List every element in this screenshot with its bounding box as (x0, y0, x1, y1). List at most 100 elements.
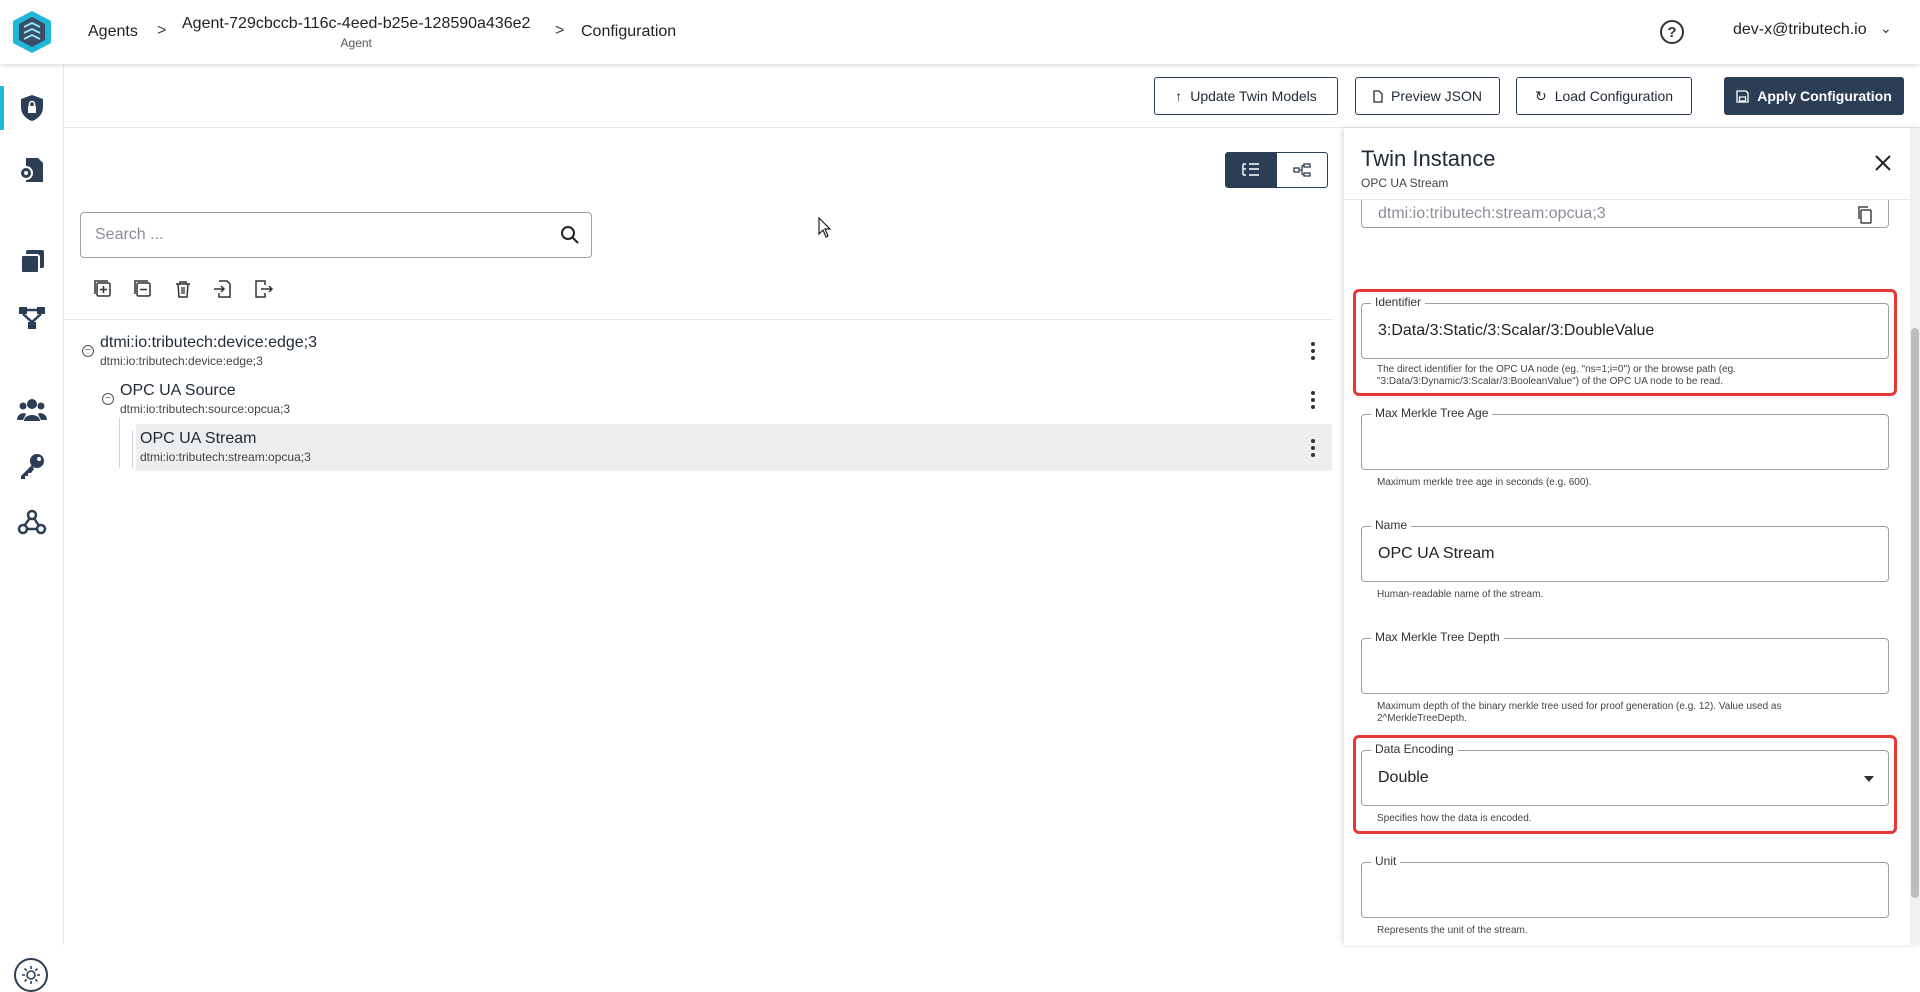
tree-guide-line (132, 430, 133, 468)
users-icon (17, 399, 47, 421)
copy-icon[interactable] (1856, 205, 1874, 225)
field-label: Identifier (1371, 295, 1426, 309)
panel-subtitle: OPC UA Stream (1361, 176, 1449, 190)
tree-node-dtmi: dtmi:io:tributech:source:opcua;3 (120, 402, 291, 416)
collapse-all-icon[interactable] (132, 278, 154, 300)
tree-toolbar (92, 278, 274, 300)
divider (64, 319, 1334, 320)
tree-node-stream[interactable]: OPC UA Stream dtmi:io:tributech:stream:o… (140, 430, 311, 476)
import-icon[interactable] (212, 278, 234, 300)
field-label: Data Encoding (1371, 742, 1458, 756)
top-bar: Agents > Agent-729cbccb-116c-4eed-b25e-1… (0, 0, 1920, 64)
update-twin-models-button[interactable]: ↑ Update Twin Models (1154, 77, 1338, 115)
sidebar-item-nodes[interactable] (0, 292, 64, 344)
field-hint: Maximum depth of the binary merkle tree … (1377, 701, 1782, 724)
view-toggle (1225, 152, 1328, 188)
tree-node-source[interactable]: − OPC UA Source dtmi:io:tributech:source… (102, 382, 291, 428)
panel-title: Twin Instance (1361, 146, 1496, 171)
field-hint: Represents the unit of the stream. (1377, 925, 1528, 936)
help-icon[interactable]: ? (1660, 20, 1684, 44)
export-icon[interactable] (252, 278, 274, 300)
search-icon[interactable] (559, 224, 581, 246)
name-field[interactable]: Name OPC UA Stream (1361, 518, 1889, 582)
twin-instance-panel: Twin Instance OPC UA Stream dtmi:io:trib… (1344, 128, 1920, 945)
preview-json-button[interactable]: Preview JSON (1355, 77, 1500, 115)
breadcrumb-agent[interactable]: Agent-729cbccb-116c-4eed-b25e-128590a436… (182, 0, 530, 64)
user-menu[interactable]: dev-x@tributech.io (1733, 21, 1867, 39)
shield-lock-icon (21, 95, 43, 121)
max-merkle-tree-depth-field[interactable]: Max Merkle Tree Depth (1361, 630, 1889, 694)
breadcrumb-chevron-icon: > (157, 22, 167, 39)
identifier-field[interactable]: Identifier 3:Data/3:Static/3:Scalar/3:Do… (1361, 295, 1889, 359)
breadcrumb-chevron-icon: > (555, 22, 565, 39)
sidebar-item-users[interactable] (0, 384, 64, 436)
field-label: Unit (1371, 854, 1401, 868)
scrollbar-thumb[interactable] (1911, 328, 1919, 898)
field-value: 3:Data/3:Static/3:Scalar/3:DoubleValue (1378, 322, 1655, 339)
more-vertical-icon[interactable] (1310, 391, 1316, 409)
field-hint: Maximum merkle tree age in seconds (e.g.… (1377, 477, 1592, 488)
expand-all-icon[interactable] (92, 278, 114, 300)
breadcrumb-configuration: Configuration (581, 23, 677, 40)
sidebar-item-keys[interactable] (0, 440, 64, 492)
field-value: Double (1378, 769, 1429, 786)
hierarchy-icon (1293, 163, 1311, 177)
sidebar-item-certificates[interactable] (0, 144, 64, 196)
panel-header: Twin Instance OPC UA Stream (1344, 128, 1910, 200)
tree-node-title: OPC UA Source (120, 382, 236, 399)
load-configuration-button[interactable]: ↻ Load Configuration (1516, 77, 1692, 115)
breadcrumb-agent-type: Agent (340, 35, 372, 50)
tree-node-dtmi: dtmi:io:tributech:stream:opcua;3 (140, 450, 311, 464)
search-box (80, 212, 592, 258)
search-input[interactable] (95, 213, 535, 257)
tree-list-icon (1242, 163, 1260, 176)
arrow-up-icon: ↑ (1175, 88, 1183, 104)
unit-field[interactable]: Unit (1361, 854, 1889, 918)
sidebar-item-security[interactable] (0, 82, 64, 134)
model-id-value: dtmi:io:tributech:stream:opcua;3 (1378, 205, 1606, 222)
webhook-icon (17, 509, 47, 535)
dropdown-caret-icon[interactable] (1864, 776, 1874, 782)
trash-icon[interactable] (172, 278, 194, 300)
collapse-toggle-icon[interactable]: − (82, 345, 94, 357)
field-hint: Human-readable name of the stream. (1377, 589, 1544, 600)
more-vertical-icon[interactable] (1310, 342, 1316, 360)
tree-node-title: dtmi:io:tributech:device:edge;3 (100, 334, 318, 351)
sidebar-item-webhooks[interactable] (0, 496, 64, 548)
save-icon (1736, 89, 1749, 103)
breadcrumb-agent-id: Agent-729cbccb-116c-4eed-b25e-128590a436… (182, 14, 531, 32)
field-hint: The direct identifier for the OPC UA nod… (1377, 364, 1736, 387)
field-label: Max Merkle Tree Depth (1371, 630, 1504, 644)
close-icon[interactable] (1872, 152, 1894, 174)
document-seal-icon (19, 158, 43, 182)
node-graph-icon (19, 307, 45, 329)
refresh-icon: ↻ (1534, 87, 1547, 104)
theme-toggle-button[interactable] (14, 958, 48, 992)
document-icon (1373, 89, 1383, 103)
sun-icon (22, 966, 40, 984)
sidebar (0, 64, 64, 992)
field-label: Name (1371, 518, 1412, 532)
tree-node-title: OPC UA Stream (140, 430, 257, 447)
data-encoding-select[interactable]: Data Encoding Double (1361, 742, 1889, 806)
tree-node-device[interactable]: − dtmi:io:tributech:device:edge;3 dtmi:i… (82, 334, 318, 380)
field-hint: Specifies how the data is encoded. (1377, 813, 1532, 824)
chevron-down-icon[interactable]: ⌄ (1880, 20, 1892, 37)
apply-configuration-button[interactable]: Apply Configuration (1724, 77, 1904, 115)
tributech-logo-icon[interactable] (10, 9, 54, 55)
more-vertical-icon[interactable] (1310, 439, 1316, 457)
action-bar: ↑ Update Twin Models Preview JSON ↻ Load C… (64, 64, 1920, 128)
stacked-cards-icon (20, 250, 44, 274)
sidebar-item-catalog[interactable] (0, 236, 64, 288)
field-value: OPC UA Stream (1378, 545, 1495, 562)
max-merkle-tree-age-field[interactable]: Max Merkle Tree Age (1361, 406, 1889, 470)
selected-row-highlight (136, 424, 1332, 471)
mouse-cursor-icon (818, 217, 832, 238)
graph-view-button[interactable] (1277, 153, 1328, 187)
collapse-toggle-icon[interactable]: − (102, 393, 114, 405)
tree-view-button[interactable] (1226, 153, 1277, 187)
breadcrumb-agents[interactable]: Agents (88, 0, 138, 64)
tree-node-dtmi: dtmi:io:tributech:device:edge;3 (100, 354, 263, 368)
key-icon (21, 454, 44, 479)
field-label: Max Merkle Tree Age (1371, 406, 1493, 420)
